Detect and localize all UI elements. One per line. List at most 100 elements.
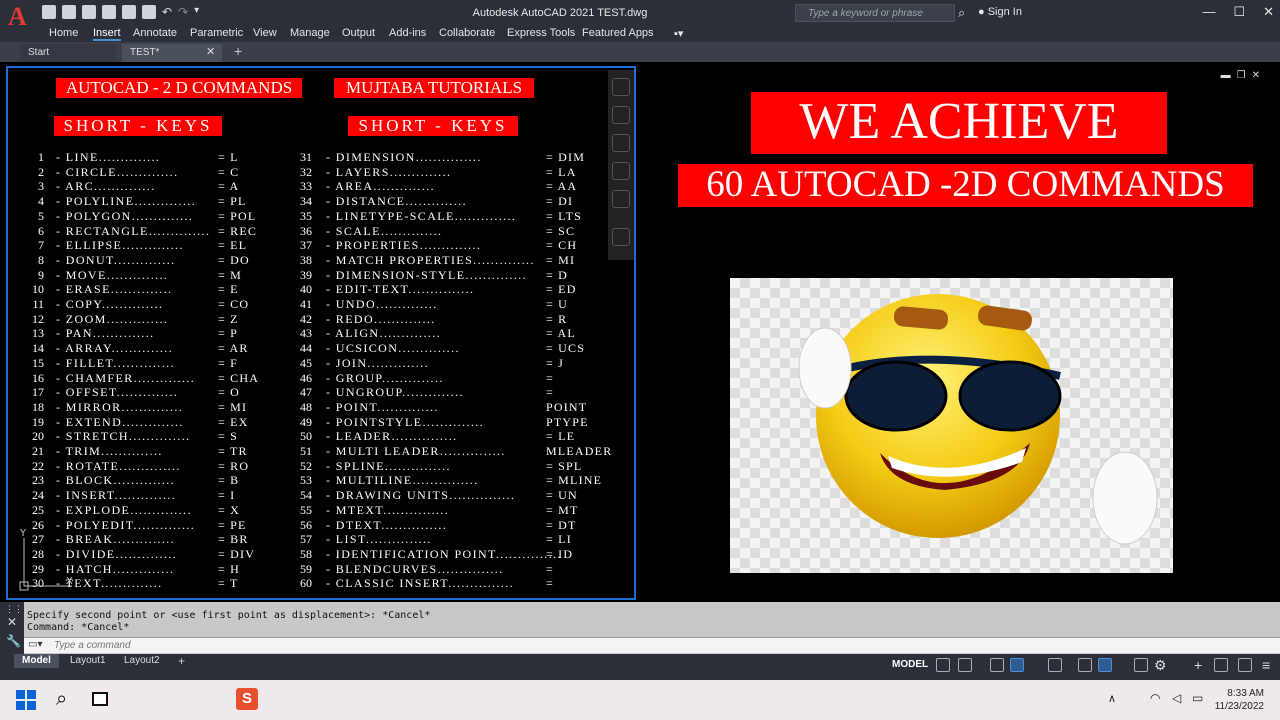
plus-icon[interactable]: + — [1194, 657, 1202, 673]
command-shortcut: = R — [546, 311, 568, 326]
minimize-icon[interactable]: — — [1202, 4, 1215, 20]
fullscreen-icon[interactable] — [1238, 658, 1252, 672]
lineweight-icon[interactable] — [1078, 658, 1092, 672]
tab-annotate[interactable]: Annotate — [133, 27, 177, 39]
command-name: - MULTILINE............... — [326, 473, 479, 488]
customization-menu-icon[interactable]: ≡ — [1262, 657, 1270, 673]
command-shortcut: MLEADER — [546, 444, 613, 458]
selection-cycling-icon[interactable] — [1098, 658, 1112, 672]
polar-icon[interactable] — [1010, 658, 1024, 672]
emoji-image — [730, 278, 1173, 573]
pan-icon[interactable] — [612, 106, 630, 124]
annotation-scale-icon[interactable] — [1134, 658, 1148, 672]
command-number: 57 — [300, 532, 312, 547]
close-viewport-icon[interactable]: ✕ — [1252, 70, 1266, 81]
isolate-objects-icon[interactable] — [1214, 658, 1228, 672]
search-icon[interactable]: ⌕ — [958, 5, 972, 20]
tab-featured-apps[interactable]: Featured Apps — [582, 27, 654, 39]
steering-wheel-icon[interactable] — [612, 78, 630, 96]
command-shortcut: = ED — [546, 282, 577, 297]
task-view-icon[interactable] — [92, 692, 108, 706]
app-icon[interactable]: S — [236, 688, 258, 710]
command-number: 49 — [300, 414, 312, 429]
save-icon[interactable] — [82, 5, 96, 19]
layout-tab-layout2[interactable]: Layout2 — [116, 654, 168, 668]
tab-start[interactable]: Start — [20, 44, 116, 62]
clock[interactable]: 8:33 AM 11/23/2022 — [1215, 687, 1264, 713]
command-shortcut: = UCS — [546, 341, 586, 356]
showmotion-icon[interactable] — [612, 190, 630, 208]
grip-icon[interactable]: ⋮⋮ — [5, 604, 23, 615]
chevron-down-icon[interactable]: ▾ — [194, 5, 199, 19]
tab-home[interactable]: Home — [49, 27, 78, 39]
close-icon[interactable]: ✕ — [1263, 4, 1274, 20]
web-mobile-icon[interactable] — [122, 5, 136, 19]
ribbon-tabs: Home Insert Annotate Parametric View Manage Ou… — [0, 26, 1280, 42]
save-as-icon[interactable] — [102, 5, 116, 19]
ortho-icon[interactable] — [990, 658, 1004, 672]
command-number: 16 — [32, 370, 44, 385]
restore-viewport-icon[interactable]: ❐ — [1237, 70, 1252, 81]
right-viewport[interactable]: ▬❐✕ WE ACHIEVE 60 AUTOCAD -2D COMMANDS — [642, 66, 1278, 600]
tab-view[interactable]: View — [253, 27, 277, 39]
osnap-icon[interactable] — [1048, 658, 1062, 672]
volume-icon[interactable]: ◁ — [1172, 691, 1181, 705]
command-number: 19 — [32, 414, 44, 429]
tab-express-tools[interactable]: Express Tools — [507, 27, 575, 39]
search-input[interactable]: Type a keyword or phrase — [795, 4, 955, 22]
banner-60-commands: 60 AUTOCAD -2D COMMANDS — [678, 164, 1253, 207]
tab-manage[interactable]: Manage — [290, 27, 330, 39]
tab-output[interactable]: Output — [342, 27, 375, 39]
new-file-icon[interactable] — [42, 5, 56, 19]
grid-icon[interactable] — [936, 658, 950, 672]
banner-we-achieve: WE ACHIEVE — [751, 92, 1167, 154]
command-input[interactable] — [54, 639, 654, 652]
open-folder-icon[interactable] — [62, 5, 76, 19]
battery-icon[interactable]: ▭ — [1192, 691, 1203, 705]
command-name: - DRAWING UNITS............... — [326, 488, 516, 503]
add-layout-button[interactable]: + — [178, 654, 185, 668]
zoom-icon[interactable] — [612, 134, 630, 152]
command-number: 35 — [300, 208, 312, 223]
sign-in-button[interactable]: ● Sign In — [978, 6, 1022, 18]
maximize-icon[interactable]: ☐ — [1233, 4, 1245, 20]
ribbon-options-icon[interactable]: ▪▾ — [674, 27, 683, 40]
command-name: - POLYGON.............. — [56, 208, 194, 223]
redo-icon[interactable]: ↷ — [178, 5, 188, 19]
command-number: 7 — [38, 238, 44, 253]
tab-collaborate[interactable]: Collaborate — [439, 27, 495, 39]
command-name: - DTEXT............... — [326, 517, 448, 532]
snap-icon[interactable] — [958, 658, 972, 672]
customize-icon[interactable]: 🔧 — [6, 634, 21, 648]
layout-tab-layout1[interactable]: Layout1 — [62, 654, 114, 668]
tab-add-ins[interactable]: Add-ins — [389, 27, 426, 39]
command-name: - POLYLINE.............. — [56, 194, 197, 209]
add-tab-button[interactable]: + — [234, 43, 242, 59]
command-name: - ARC.............. — [56, 179, 156, 194]
wifi-icon[interactable]: ◠ — [1150, 691, 1160, 705]
model-space-button[interactable]: MODEL — [892, 659, 928, 670]
command-line-handle[interactable]: ⋮⋮ ✕ 🔧 — [0, 602, 24, 654]
left-viewport[interactable]: AUTOCAD - 2 D COMMANDS MUJTABA TUTORIALS… — [6, 66, 636, 600]
orbit-icon[interactable] — [612, 162, 630, 180]
search-icon[interactable]: ⌕ — [56, 688, 67, 711]
command-number: 40 — [300, 282, 312, 297]
print-icon[interactable] — [142, 5, 156, 19]
command-shortcut: = — [546, 370, 554, 385]
command-name: - SPLINE............... — [326, 458, 451, 473]
tab-insert[interactable]: Insert — [93, 27, 121, 41]
command-name: - RECTANGLE.............. — [56, 223, 211, 238]
tray-overflow-icon[interactable]: ∧ — [1108, 692, 1116, 705]
undo-icon[interactable]: ↶ — [162, 5, 172, 19]
gear-icon[interactable]: ⚙ — [1154, 657, 1167, 674]
command-prompt-icon[interactable]: ▭▾ — [28, 639, 42, 650]
layout-tab-model[interactable]: Model — [14, 654, 59, 668]
command-number: 58 — [300, 546, 312, 561]
close-tab-icon[interactable]: ✕ — [206, 45, 215, 58]
close-command-line-icon[interactable]: ✕ — [7, 615, 17, 629]
windows-start-icon[interactable] — [16, 690, 36, 710]
command-number: 44 — [300, 341, 312, 356]
tab-parametric[interactable]: Parametric — [190, 27, 243, 39]
minimize-viewport-icon[interactable]: ▬ — [1221, 70, 1237, 81]
viewcube-icon[interactable] — [612, 228, 630, 246]
